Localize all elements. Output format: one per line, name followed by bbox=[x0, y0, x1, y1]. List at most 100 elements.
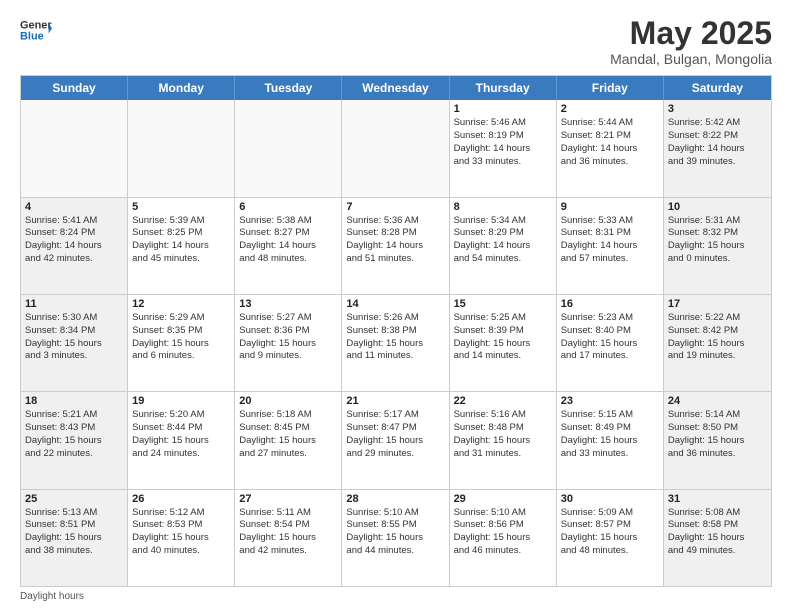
day-header-monday: Monday bbox=[128, 76, 235, 100]
day-info: Sunrise: 5:31 AM Sunset: 8:32 PM Dayligh… bbox=[668, 215, 767, 266]
day-headers: SundayMondayTuesdayWednesdayThursdayFrid… bbox=[21, 76, 771, 100]
day-cell bbox=[235, 100, 342, 196]
weeks: 1 Sunrise: 5:46 AM Sunset: 8:19 PM Daylig… bbox=[21, 100, 771, 586]
day-cell: 6Sunrise: 5:38 AM Sunset: 8:27 PM Daylig… bbox=[235, 198, 342, 294]
svg-text:Blue: Blue bbox=[20, 30, 44, 42]
day-number: 9 bbox=[561, 201, 659, 213]
day-cell: 2Sunrise: 5:44 AM Sunset: 8:21 PM Daylig… bbox=[557, 100, 664, 196]
day-number: 21 bbox=[346, 395, 444, 407]
day-info: Sunrise: 5:23 AM Sunset: 8:40 PM Dayligh… bbox=[561, 312, 659, 363]
day-cell: 4 Sunrise: 5:41 AM Sunset: 8:24 PM Daylig… bbox=[21, 198, 128, 294]
day-cell: 9 Sunrise: 5:33 AM Sunset: 8:31 PM Daylig… bbox=[557, 198, 664, 294]
day-info: Sunrise: 5:21 AM Sunset: 8:43 PM Dayligh… bbox=[25, 409, 123, 460]
day-info: Sunrise: 5:08 AM Sunset: 8:58 PM Dayligh… bbox=[668, 507, 767, 558]
day-cell: 5Sunrise: 5:39 AM Sunset: 8:25 PM Daylig… bbox=[128, 198, 235, 294]
day-cell: 3Sunrise: 5:42 AM Sunset: 8:22 PM Daylig… bbox=[664, 100, 771, 196]
day-number: 4 bbox=[25, 201, 123, 213]
day-cell bbox=[21, 100, 128, 196]
day-number: 29 bbox=[454, 493, 552, 505]
day-info: Sunrise: 5:09 AM Sunset: 8:57 PM Dayligh… bbox=[561, 507, 659, 558]
title-area: May 2025 Mandal, Bulgan, Mongolia bbox=[610, 16, 772, 67]
day-cell: 19 Sunrise: 5:20 AM Sunset: 8:44 PM Dayli… bbox=[128, 392, 235, 488]
day-number: 10 bbox=[668, 201, 767, 213]
day-cell: 26 Sunrise: 5:12 AM Sunset: 8:53 PM Dayli… bbox=[128, 490, 235, 586]
day-number: 22 bbox=[454, 395, 552, 407]
day-number: 17 bbox=[668, 298, 767, 310]
day-number: 19 bbox=[132, 395, 230, 407]
day-cell: 13 Sunrise: 5:27 AM Sunset: 8:36 PM Dayli… bbox=[235, 295, 342, 391]
day-number: 8 bbox=[454, 201, 552, 213]
day-info: Sunrise: 5:30 AM Sunset: 8:34 PM Dayligh… bbox=[25, 312, 123, 363]
day-header-wednesday: Wednesday bbox=[342, 76, 449, 100]
day-number: 16 bbox=[561, 298, 659, 310]
day-header-saturday: Saturday bbox=[664, 76, 771, 100]
day-number: 13 bbox=[239, 298, 337, 310]
day-cell: 22Sunrise: 5:16 AM Sunset: 8:48 PM Dayli… bbox=[450, 392, 557, 488]
day-info: Sunrise: 5:29 AM Sunset: 8:35 PM Dayligh… bbox=[132, 312, 230, 363]
header: General Blue May 2025 Mandal, Bulgan, Mo… bbox=[20, 16, 772, 67]
day-number: 26 bbox=[132, 493, 230, 505]
subtitle: Mandal, Bulgan, Mongolia bbox=[610, 51, 772, 67]
day-cell: 30Sunrise: 5:09 AM Sunset: 8:57 PM Dayli… bbox=[557, 490, 664, 586]
day-cell: 27Sunrise: 5:11 AM Sunset: 8:54 PM Dayli… bbox=[235, 490, 342, 586]
day-info: Sunrise: 5:14 AM Sunset: 8:50 PM Dayligh… bbox=[668, 409, 767, 460]
day-cell: 11 Sunrise: 5:30 AM Sunset: 8:34 PM Dayli… bbox=[21, 295, 128, 391]
day-number: 7 bbox=[346, 201, 444, 213]
day-info: Sunrise: 5:20 AM Sunset: 8:44 PM Dayligh… bbox=[132, 409, 230, 460]
day-cell bbox=[128, 100, 235, 196]
day-number: 28 bbox=[346, 493, 444, 505]
calendar: SundayMondayTuesdayWednesdayThursdayFrid… bbox=[20, 75, 772, 587]
day-cell: 14Sunrise: 5:26 AM Sunset: 8:38 PM Dayli… bbox=[342, 295, 449, 391]
day-number: 12 bbox=[132, 298, 230, 310]
day-number: 1 bbox=[454, 103, 552, 115]
day-cell: 16 Sunrise: 5:23 AM Sunset: 8:40 PM Dayli… bbox=[557, 295, 664, 391]
day-cell: 28 Sunrise: 5:10 AM Sunset: 8:55 PM Dayli… bbox=[342, 490, 449, 586]
day-cell bbox=[342, 100, 449, 196]
day-number: 3 bbox=[668, 103, 767, 115]
day-number: 5 bbox=[132, 201, 230, 213]
day-number: 23 bbox=[561, 395, 659, 407]
day-info: Sunrise: 5:13 AM Sunset: 8:51 PM Dayligh… bbox=[25, 507, 123, 558]
logo-icon: General Blue bbox=[20, 16, 52, 44]
day-info: Sunrise: 5:10 AM Sunset: 8:55 PM Dayligh… bbox=[346, 507, 444, 558]
day-info: Sunrise: 5:34 AM Sunset: 8:29 PM Dayligh… bbox=[454, 215, 552, 266]
day-info: Sunrise: 5:41 AM Sunset: 8:24 PM Dayligh… bbox=[25, 215, 123, 266]
logo: General Blue bbox=[20, 16, 52, 44]
day-info: Sunrise: 5:22 AM Sunset: 8:42 PM Dayligh… bbox=[668, 312, 767, 363]
day-number: 27 bbox=[239, 493, 337, 505]
day-number: 6 bbox=[239, 201, 337, 213]
day-info: Sunrise: 5:12 AM Sunset: 8:53 PM Dayligh… bbox=[132, 507, 230, 558]
day-number: 25 bbox=[25, 493, 123, 505]
day-header-friday: Friday bbox=[557, 76, 664, 100]
day-number: 24 bbox=[668, 395, 767, 407]
day-header-sunday: Sunday bbox=[21, 76, 128, 100]
day-number: 18 bbox=[25, 395, 123, 407]
day-info: Sunrise: 5:33 AM Sunset: 8:31 PM Dayligh… bbox=[561, 215, 659, 266]
day-info: Sunrise: 5:10 AM Sunset: 8:56 PM Dayligh… bbox=[454, 507, 552, 558]
day-number: 15 bbox=[454, 298, 552, 310]
day-cell: 12 Sunrise: 5:29 AM Sunset: 8:35 PM Dayli… bbox=[128, 295, 235, 391]
day-cell: 25 Sunrise: 5:13 AM Sunset: 8:51 PM Dayli… bbox=[21, 490, 128, 586]
day-cell: 23Sunrise: 5:15 AM Sunset: 8:49 PM Dayli… bbox=[557, 392, 664, 488]
day-cell: 8 Sunrise: 5:34 AM Sunset: 8:29 PM Daylig… bbox=[450, 198, 557, 294]
day-number: 2 bbox=[561, 103, 659, 115]
day-cell: 15Sunrise: 5:25 AM Sunset: 8:39 PM Dayli… bbox=[450, 295, 557, 391]
day-info: Sunrise: 5:27 AM Sunset: 8:36 PM Dayligh… bbox=[239, 312, 337, 363]
day-cell: 1 Sunrise: 5:46 AM Sunset: 8:19 PM Daylig… bbox=[450, 100, 557, 196]
day-cell: 24 Sunrise: 5:14 AM Sunset: 8:50 PM Dayli… bbox=[664, 392, 771, 488]
week-row-2: 4 Sunrise: 5:41 AM Sunset: 8:24 PM Daylig… bbox=[21, 198, 771, 295]
day-info: Sunrise: 5:36 AM Sunset: 8:28 PM Dayligh… bbox=[346, 215, 444, 266]
day-header-tuesday: Tuesday bbox=[235, 76, 342, 100]
week-row-1: 1 Sunrise: 5:46 AM Sunset: 8:19 PM Daylig… bbox=[21, 100, 771, 197]
day-cell: 29 Sunrise: 5:10 AM Sunset: 8:56 PM Dayli… bbox=[450, 490, 557, 586]
day-info: Sunrise: 5:18 AM Sunset: 8:45 PM Dayligh… bbox=[239, 409, 337, 460]
day-cell: 7 Sunrise: 5:36 AM Sunset: 8:28 PM Daylig… bbox=[342, 198, 449, 294]
day-info: Sunrise: 5:46 AM Sunset: 8:19 PM Dayligh… bbox=[454, 117, 552, 168]
day-cell: 20 Sunrise: 5:18 AM Sunset: 8:45 PM Dayli… bbox=[235, 392, 342, 488]
day-number: 20 bbox=[239, 395, 337, 407]
day-cell: 31Sunrise: 5:08 AM Sunset: 8:58 PM Dayli… bbox=[664, 490, 771, 586]
month-title: May 2025 bbox=[610, 16, 772, 51]
day-cell: 17 Sunrise: 5:22 AM Sunset: 8:42 PM Dayli… bbox=[664, 295, 771, 391]
day-cell: 10 Sunrise: 5:31 AM Sunset: 8:32 PM Dayli… bbox=[664, 198, 771, 294]
day-number: 11 bbox=[25, 298, 123, 310]
